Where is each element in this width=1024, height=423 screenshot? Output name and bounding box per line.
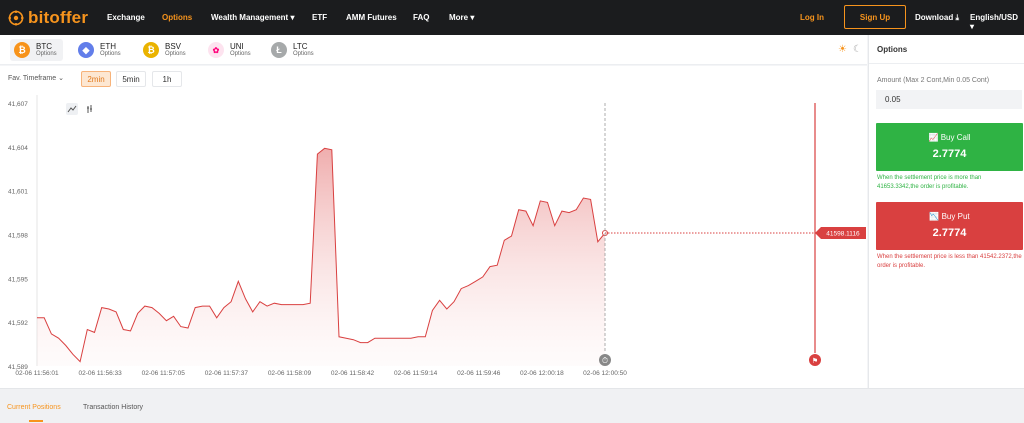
asset-symbol: UNI: [230, 42, 244, 51]
buy-put-label-text: Buy Put: [941, 212, 970, 221]
timeframe-label[interactable]: Fav. Timeframe ⌄: [8, 74, 64, 82]
y-tick-label: 41,604: [8, 145, 28, 152]
divider: [869, 63, 1024, 64]
call-hint: When the settlement price is more than 4…: [877, 175, 982, 190]
y-tick-label: 41,592: [8, 320, 28, 327]
asset-symbol: LTC: [293, 42, 308, 51]
timeframe-5min[interactable]: 5min: [116, 71, 146, 87]
price-area-fill: [37, 148, 605, 366]
caret-down-icon: ▾: [470, 13, 475, 22]
sun-icon[interactable]: ☀: [838, 44, 847, 55]
y-tick-label: 41,595: [8, 276, 28, 283]
put-hint: When the settlement price is less than 4…: [877, 254, 1022, 269]
asset-sub: Options: [293, 51, 314, 57]
caret-down-icon: ▾: [290, 13, 295, 22]
asset-ltc[interactable]: Ł LTC Options: [267, 39, 320, 61]
download-icon: ⤓: [955, 13, 959, 22]
current-price-label: 41598.1116: [826, 231, 860, 238]
buy-put-label: 📉 Buy Put: [876, 212, 1023, 221]
asset-sub: Options: [230, 51, 251, 57]
buy-call-button[interactable]: 📈 Buy Call 2.7774: [876, 123, 1023, 171]
nav-faq[interactable]: FAQ: [413, 13, 429, 22]
login-link[interactable]: Log In: [800, 13, 824, 22]
top-navbar: bitoffer Exchange Options Wealth Managem…: [0, 0, 1024, 35]
tab-current-positions[interactable]: Current Positions: [7, 404, 61, 411]
asset-symbol: BTC: [36, 42, 52, 51]
trend-up-icon: 📈: [928, 133, 939, 142]
signup-button[interactable]: Sign Up: [844, 5, 906, 29]
nav-amm-futures[interactable]: AMM Futures: [346, 13, 397, 22]
x-tick-label: 02-06 11:56:01: [15, 370, 59, 377]
timeframe-label-text: Fav. Timeframe: [8, 75, 57, 82]
options-panel: Options Amount (Max 2 Cont,Min 0.05 Cont…: [868, 35, 1024, 388]
bitoffer-logo-icon: [8, 10, 24, 25]
y-tick-label: 41,601: [8, 189, 28, 196]
theme-toggle[interactable]: ☀ ☾: [838, 44, 862, 55]
candlestick-icon: [87, 105, 92, 113]
asset-symbol: ETH: [100, 42, 116, 51]
nav-wealth-label: Wealth Management: [211, 13, 289, 22]
caret-down-icon: ▾: [970, 22, 975, 31]
nav-more-label: More: [449, 13, 469, 22]
nav-more[interactable]: More ▾: [449, 13, 474, 22]
flag-icon: ⚑: [812, 357, 818, 365]
uni-coin-icon: ✿: [208, 42, 224, 58]
amount-label: Amount (Max 2 Cont,Min 0.05 Cont): [877, 77, 990, 84]
asset-sub: Options: [100, 51, 121, 57]
stopwatch-icon: ⏱: [602, 356, 608, 365]
moon-icon[interactable]: ☾: [853, 44, 862, 55]
y-tick-label: 41,598: [8, 233, 28, 240]
x-tick-label: 02-06 11:58:42: [331, 370, 375, 377]
language-selector[interactable]: English/USD ▾: [970, 13, 1024, 31]
x-tick-label: 02-06 11:57:37: [205, 370, 249, 377]
x-tick-label: 02-06 11:59:14: [394, 370, 438, 377]
btc-coin-icon: ₿: [14, 42, 30, 58]
asset-symbol: BSV: [165, 42, 182, 51]
active-tab-indicator: [29, 420, 43, 422]
asset-sub: Options: [36, 51, 57, 57]
price-chart[interactable]: 41,607 41,604 41,601 41,598 41,595 41,592 41,5…: [0, 91, 867, 388]
asset-uni[interactable]: ✿ UNI Options: [204, 39, 257, 61]
timeframe-2min[interactable]: 2min: [81, 71, 111, 87]
bottom-tabs: Current Positions Transaction History: [0, 388, 1024, 423]
asset-btc[interactable]: ₿ BTC Options: [10, 39, 63, 61]
x-tick-label: 02-06 11:59:46: [457, 370, 501, 377]
asset-eth[interactable]: ◆ ETH Options: [74, 39, 127, 61]
logo[interactable]: bitoffer: [8, 8, 100, 28]
download-link[interactable]: Download ⤓: [915, 13, 959, 23]
asset-bsv[interactable]: ₿ BSV Options: [139, 39, 192, 61]
timeframe-1h[interactable]: 1h: [152, 71, 182, 87]
chart-svg: 41,60741,60441,60141,59841,59541,59241,5…: [8, 95, 866, 377]
eth-coin-icon: ◆: [78, 42, 94, 58]
asset-bar: ₿ BTC Options ◆ ETH Options ₿ BSV Options ✿…: [0, 35, 867, 65]
panel-title: Options: [877, 45, 908, 54]
buy-call-value: 2.7774: [932, 148, 967, 160]
buy-call-label-text: Buy Call: [940, 133, 971, 142]
tab-transaction-history[interactable]: Transaction History: [83, 404, 143, 411]
nav-exchange[interactable]: Exchange: [107, 13, 145, 22]
chevron-down-icon: ⌄: [58, 75, 64, 82]
buy-put-value: 2.7774: [932, 227, 967, 239]
brand-name: bitoffer: [28, 7, 89, 27]
asset-sub: Options: [165, 51, 186, 57]
nav-wealth-management[interactable]: Wealth Management ▾: [211, 13, 294, 22]
timeframe-bar: Fav. Timeframe ⌄ 2min 5min 1h: [0, 66, 867, 91]
x-tick-label: 02-06 11:58:09: [268, 370, 312, 377]
x-tick-label: 02-06 11:57:05: [142, 370, 186, 377]
y-tick-label: 41,607: [8, 101, 28, 108]
nav-etf[interactable]: ETF: [312, 13, 327, 22]
x-tick-label: 02-06 12:00:18: [520, 370, 564, 377]
x-tick-label: 02-06 12:00:50: [583, 370, 627, 377]
x-tick-label: 02-06 11:56:33: [78, 370, 122, 377]
ltc-coin-icon: Ł: [271, 42, 287, 58]
bsv-coin-icon: ₿: [143, 42, 159, 58]
amount-input[interactable]: [876, 90, 1022, 109]
trend-down-icon: 📉: [929, 212, 940, 221]
buy-put-button[interactable]: 📉 Buy Put 2.7774: [876, 202, 1023, 250]
buy-call-label: 📈 Buy Call: [876, 133, 1023, 142]
nav-options[interactable]: Options: [162, 13, 192, 22]
download-label: Download: [915, 13, 954, 22]
language-label: English/USD: [970, 13, 1019, 22]
